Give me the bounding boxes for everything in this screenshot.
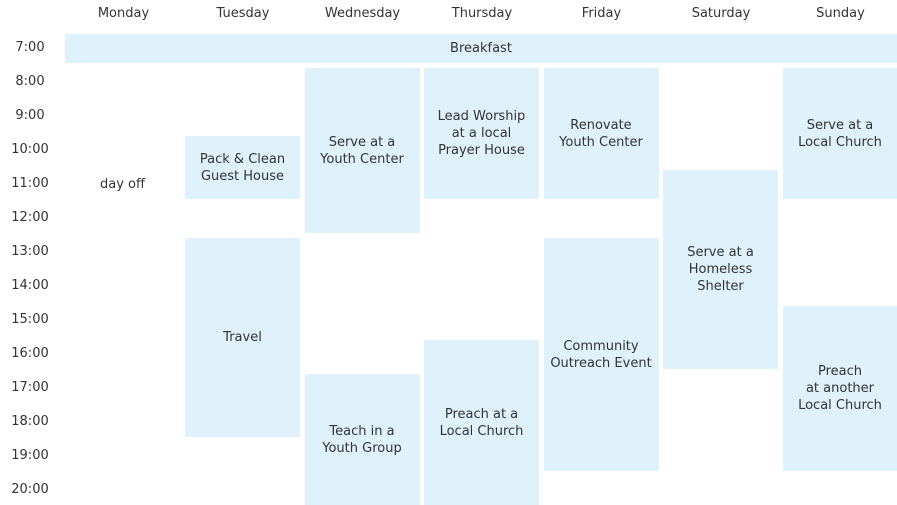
day-header-monday: Monday <box>97 6 150 21</box>
day-header-saturday: Saturday <box>691 6 751 21</box>
event-block[interactable]: Lead Worship at a local Prayer House <box>424 68 539 199</box>
time-label: 19:00 <box>11 448 49 463</box>
event-block[interactable]: Serve at a Local Church <box>782 68 897 199</box>
day-header-friday: Friday <box>581 6 622 21</box>
time-label: 8:00 <box>15 74 45 89</box>
event-block[interactable]: Community Outreach Event <box>543 238 659 471</box>
monday-day-off: day off <box>100 177 145 192</box>
time-label: 18:00 <box>11 414 49 429</box>
event-block[interactable]: Renovate Youth Center <box>543 68 659 199</box>
time-label: 16:00 <box>11 346 49 361</box>
day-header-tuesday: Tuesday <box>216 6 270 21</box>
breakfast-block[interactable]: Breakfast <box>65 34 897 63</box>
weekly-schedule: Monday Tuesday Wednesday Thursday Friday Satu… <box>0 0 897 505</box>
time-label: 11:00 <box>11 176 49 191</box>
event-block[interactable]: Preach at another Local Church <box>782 306 897 471</box>
time-label: 10:00 <box>11 142 49 157</box>
event-block[interactable]: Serve at a Youth Center <box>304 68 420 233</box>
event-block[interactable]: Teach in a Youth Group <box>304 374 420 505</box>
event-block[interactable]: Travel <box>185 238 300 437</box>
event-block[interactable]: Pack & Clean Guest House <box>185 136 300 199</box>
day-header-wednesday: Wednesday <box>324 6 401 21</box>
time-label: 7:00 <box>15 40 45 55</box>
time-label: 9:00 <box>15 108 45 123</box>
day-header-thursday: Thursday <box>451 6 513 21</box>
time-label: 14:00 <box>11 278 49 293</box>
event-block[interactable]: Preach at a Local Church <box>424 340 539 505</box>
time-label: 15:00 <box>11 312 49 327</box>
time-label: 12:00 <box>11 210 49 225</box>
time-label: 17:00 <box>11 380 49 395</box>
time-label: 20:00 <box>11 482 49 497</box>
event-block[interactable]: Serve at a Homeless Shelter <box>663 170 778 369</box>
time-label: 13:00 <box>11 244 49 259</box>
day-header-sunday: Sunday <box>816 6 865 21</box>
